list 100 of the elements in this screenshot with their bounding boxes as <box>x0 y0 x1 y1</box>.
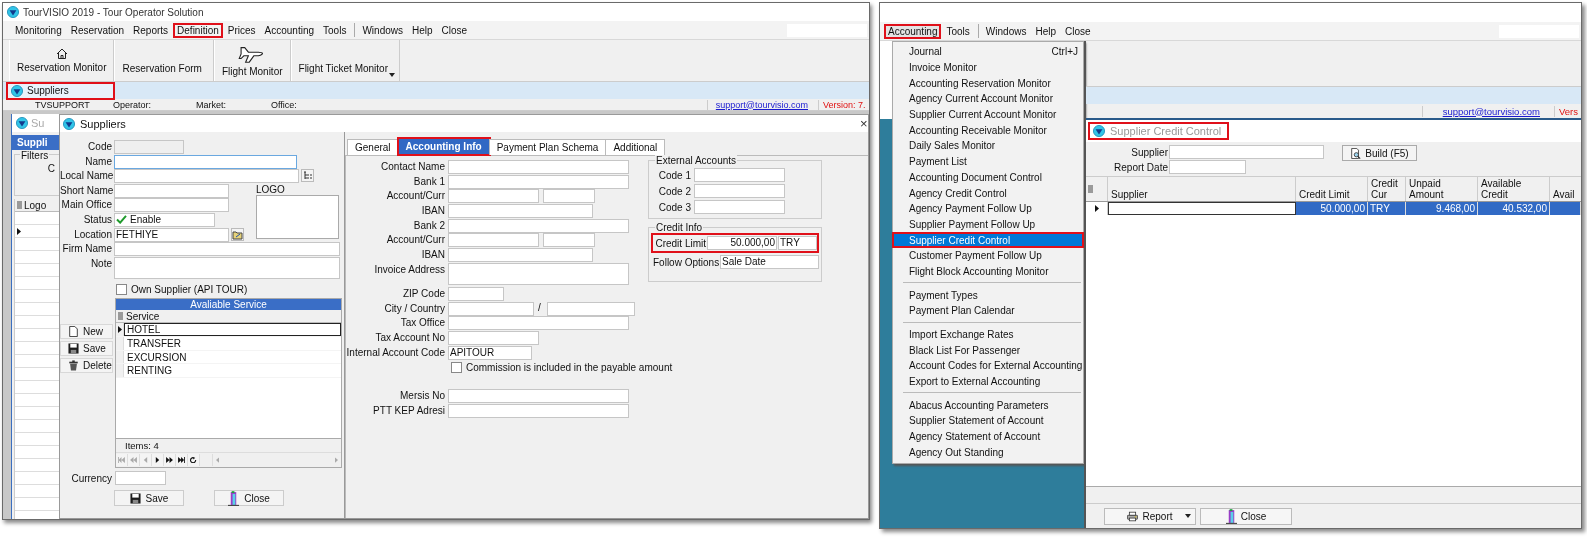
table-row[interactable]: 50.000,00 TRY 9.468,00 40.532,00 <box>1086 202 1581 215</box>
input-field[interactable] <box>448 301 534 316</box>
menu-item[interactable]: Daily Sales Monitor <box>892 138 1084 154</box>
input-field[interactable] <box>448 330 539 345</box>
input-field[interactable] <box>448 204 593 219</box>
menu-item[interactable]: Supplier Payment Follow Up <box>892 216 1084 233</box>
folder-icon[interactable] <box>231 227 244 241</box>
menu-item[interactable]: Reports <box>129 22 173 38</box>
menu-item[interactable]: Help <box>1031 23 1060 39</box>
menu-item[interactable]: Payment Types <box>892 287 1084 303</box>
column-menu-icon[interactable] <box>1088 185 1093 193</box>
menu-item[interactable]: Supplier Statement of Account <box>892 413 1084 429</box>
toolbar-button[interactable]: Reservation Form <box>114 40 214 81</box>
input-field[interactable] <box>1169 160 1246 174</box>
menu-item[interactable]: Prices <box>223 22 260 38</box>
close-button[interactable]: × <box>860 116 866 131</box>
menu-item[interactable]: Help <box>408 22 437 38</box>
menu-item[interactable]: Supplier Credit Control <box>892 232 1084 248</box>
input-field[interactable]: TRY <box>778 236 817 250</box>
input-field[interactable] <box>448 160 629 174</box>
menu-item[interactable]: Accounting Reservation Monitor <box>892 75 1084 92</box>
input-field[interactable] <box>448 262 629 285</box>
input-field[interactable]: 50.000,00 <box>707 236 777 250</box>
first-button[interactable] <box>116 454 128 467</box>
input-field[interactable] <box>448 218 629 233</box>
next-page-button[interactable] <box>164 454 176 467</box>
menu-item[interactable]: Windows <box>981 23 1031 39</box>
tab[interactable]: Additional <box>605 139 666 155</box>
menu-item[interactable]: Close <box>1061 23 1095 39</box>
menu-item[interactable]: Tools <box>942 23 974 39</box>
input-field[interactable] <box>448 248 593 263</box>
menu-item[interactable]: Accounting Receivable Monitor <box>892 122 1084 139</box>
logo-image-box[interactable] <box>256 194 339 240</box>
input-field[interactable] <box>547 301 635 316</box>
tab[interactable]: General <box>347 139 399 155</box>
input-field[interactable] <box>448 403 629 418</box>
input-field[interactable] <box>448 286 504 301</box>
column-header[interactable]: Available Credit <box>1478 177 1550 201</box>
menu-item[interactable]: Supplier Current Account Monitor <box>892 106 1084 123</box>
menu-item[interactable]: Tools <box>319 22 351 38</box>
column-header[interactable]: Credit Limit <box>1296 177 1368 201</box>
close-button[interactable]: Close <box>214 490 284 507</box>
tab[interactable]: Accounting Info <box>397 138 490 155</box>
menu-item[interactable]: Black List For Passenger <box>892 342 1084 359</box>
input-field[interactable]: FETHIYE <box>114 227 229 242</box>
menu-item[interactable]: Accounting <box>884 23 942 39</box>
input-field[interactable] <box>448 174 629 189</box>
input-field[interactable] <box>114 183 229 198</box>
new-button[interactable]: New <box>60 324 113 340</box>
status-field[interactable]: Enable <box>114 212 215 227</box>
input-field[interactable] <box>448 316 629 331</box>
menu-item[interactable]: Windows <box>358 22 407 38</box>
menu-item[interactable]: Journal Ctrl+J <box>892 44 1084 60</box>
table-cell[interactable]: TRANSFER <box>124 336 341 350</box>
input-field[interactable] <box>114 154 297 169</box>
menu-item[interactable]: Customer Payment Follow Up <box>892 247 1084 264</box>
input-field[interactable] <box>694 200 785 214</box>
menu-item[interactable]: Agency Current Account Monitor <box>892 91 1084 107</box>
prev-page-button[interactable] <box>128 454 140 467</box>
caret-icon[interactable] <box>1185 514 1191 518</box>
input-field[interactable]: Sale Date <box>720 255 819 269</box>
menu-item[interactable]: Monitoring <box>11 22 66 38</box>
close-button[interactable]: Close <box>1200 507 1292 525</box>
save-button[interactable]: Save <box>60 341 113 357</box>
menu-item[interactable]: Accounting Document Control <box>892 169 1084 186</box>
toolbar-button[interactable]: Flight Ticket Monitor <box>290 40 400 81</box>
input-field[interactable] <box>448 388 629 403</box>
table-cell[interactable]: HOTEL <box>124 323 341 336</box>
menu-item[interactable]: Flight Block Accounting Monitor <box>892 263 1084 280</box>
menu-item[interactable]: Agency Statement of Account <box>892 428 1084 445</box>
menu-item[interactable]: Abacus Accounting Parameters <box>892 397 1084 414</box>
toolbar-button[interactable]: Flight Monitor <box>213 40 291 81</box>
input-field[interactable] <box>115 471 166 486</box>
menu-item[interactable]: Payment Plan Calendar <box>892 303 1084 319</box>
checkbox[interactable] <box>451 362 462 374</box>
last-button[interactable] <box>176 454 188 467</box>
column-menu-icon[interactable] <box>17 201 22 209</box>
column-header[interactable]: Service <box>126 310 160 322</box>
scroll-left-icon[interactable] <box>216 457 219 464</box>
tree-list-icon[interactable] <box>301 169 314 183</box>
scroll-right-icon[interactable] <box>335 457 338 464</box>
input-field[interactable] <box>114 242 340 257</box>
checkbox[interactable] <box>116 284 127 296</box>
input-field[interactable] <box>543 233 595 248</box>
menu-item[interactable]: Accounting <box>260 22 319 38</box>
build-button[interactable]: Build (F5) <box>1342 145 1417 161</box>
input-field[interactable] <box>114 140 184 154</box>
support-email-link[interactable]: support@tourvisio.com <box>706 99 819 110</box>
input-field[interactable]: APITOUR <box>448 345 532 360</box>
input-field[interactable] <box>543 189 595 204</box>
save-button[interactable]: Save <box>114 490 184 507</box>
input-field[interactable] <box>694 184 785 198</box>
column-header[interactable]: Supplier <box>1108 177 1296 201</box>
input-field[interactable] <box>694 168 785 182</box>
menu-item[interactable]: Close <box>437 22 472 38</box>
input-field[interactable] <box>114 198 229 213</box>
table-cell[interactable]: EXCURSION <box>124 350 341 364</box>
tab[interactable]: Payment Plan Schema <box>488 139 607 155</box>
input-field[interactable] <box>114 169 299 184</box>
menu-item[interactable]: Import Exchange Rates <box>892 326 1084 343</box>
